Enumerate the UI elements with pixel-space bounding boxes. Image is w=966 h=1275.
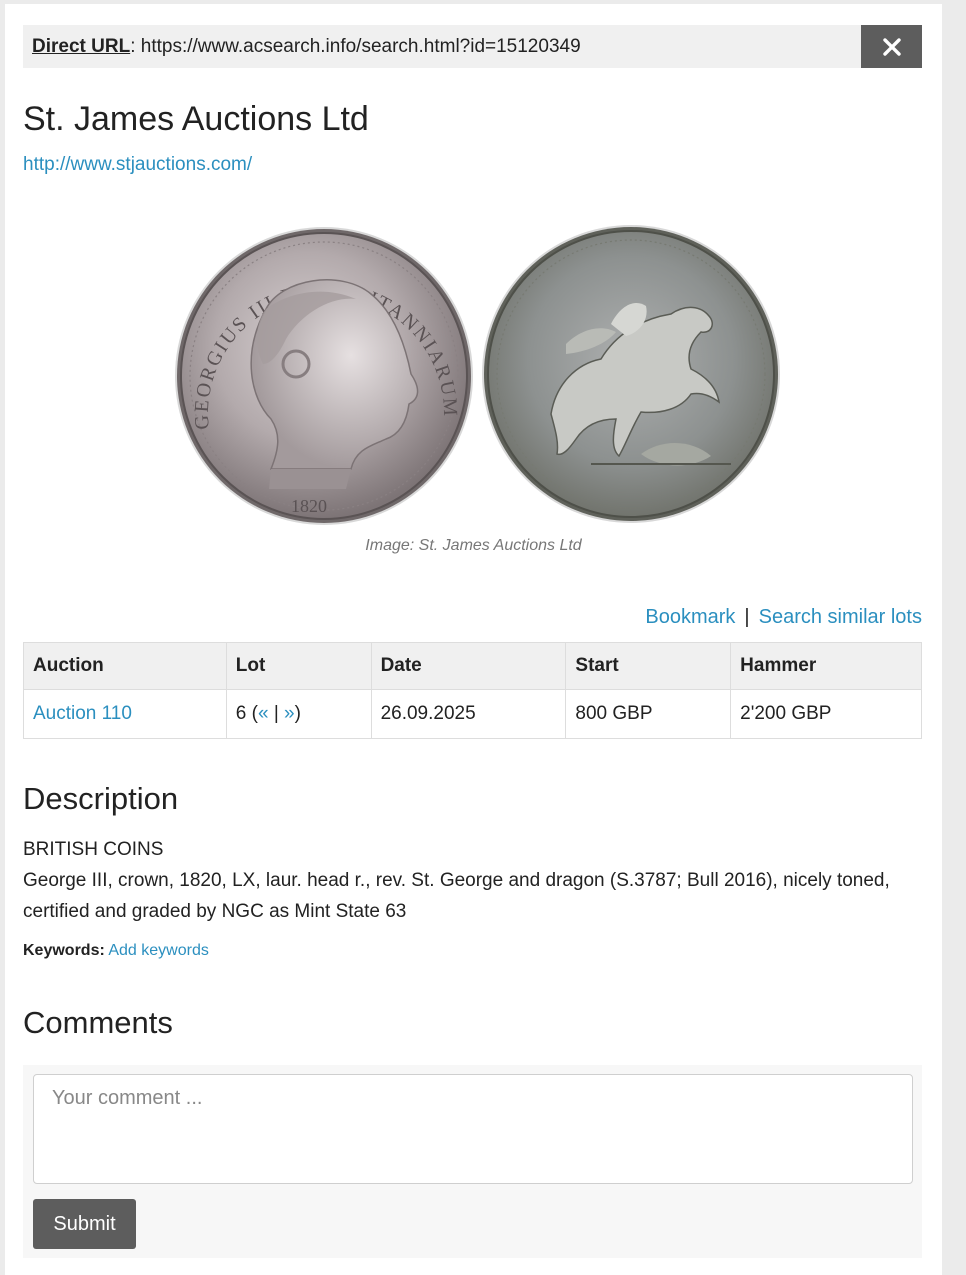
lot-info-table: Auction Lot Date Start Hammer Auction 11… (23, 642, 922, 739)
description-heading: Description (23, 781, 179, 816)
next-lot-link[interactable]: » (284, 703, 295, 724)
direct-url-bar: Direct URL: https://www.acsearch.info/se… (23, 25, 861, 68)
column-header-auction: Auction (23, 642, 227, 690)
start-price-cell: 800 GBP (565, 689, 732, 739)
auction-link[interactable]: Auction 110 (33, 703, 132, 724)
date-cell: 26.09.2025 (370, 689, 567, 739)
description-body: George III, crown, 1820, LX, laur. head … (23, 870, 890, 922)
close-icon (882, 37, 901, 56)
direct-url-label: Direct URL (32, 36, 131, 57)
description-category: BRITISH COINS (23, 839, 164, 860)
column-header-start: Start (565, 642, 732, 690)
coin-reverse (482, 225, 780, 523)
comments-heading: Comments (23, 1005, 173, 1040)
svg-text:1820: 1820 (291, 496, 327, 516)
table-header-row: Auction Lot Date Start Hammer (23, 642, 922, 690)
lot-actions: Bookmark | Search similar lots (645, 606, 922, 629)
lot-detail-panel: Direct URL: https://www.acsearch.info/se… (5, 4, 942, 1275)
column-header-lot: Lot (225, 642, 372, 690)
lot-number: 6 (235, 703, 247, 724)
hammer-price-cell: 2'200 GBP (730, 689, 922, 739)
keywords-label: Keywords: (23, 942, 105, 959)
comment-form: Submit (23, 1065, 922, 1258)
bookmark-link[interactable]: Bookmark (645, 606, 735, 628)
previous-lot-link[interactable]: « (258, 703, 269, 724)
column-header-date: Date (370, 642, 567, 690)
add-keywords-link[interactable]: Add keywords (108, 942, 209, 959)
submit-button[interactable]: Submit (33, 1199, 136, 1249)
comment-input[interactable] (33, 1074, 913, 1184)
direct-url-value[interactable]: https://www.acsearch.info/search.html?id… (141, 36, 581, 57)
lot-nav-separator: | (273, 703, 279, 724)
description-text: BRITISH COINS George III, crown, 1820, L… (23, 834, 928, 927)
keywords-row: Keywords: Add keywords (23, 942, 209, 960)
actions-separator: | (744, 606, 750, 628)
close-button[interactable] (861, 25, 922, 68)
image-caption: Image: St. James Auctions Ltd (365, 537, 582, 554)
coin-image[interactable]: GEORGIUS III D:G: BRITANNIARUM REX 1820 (171, 224, 781, 529)
search-similar-lots-link[interactable]: Search similar lots (759, 606, 922, 628)
auction-house-title: St. James Auctions Ltd (23, 100, 369, 138)
auction-house-website-link[interactable]: http://www.stjauctions.com/ (23, 154, 252, 176)
column-header-hammer: Hammer (730, 642, 922, 690)
lot-cell: 6 (« | ») (225, 689, 372, 739)
table-row: Auction 110 6 (« | ») 26.09.2025 800 GBP… (23, 689, 922, 739)
coin-obverse: GEORGIUS III D:G: BRITANNIARUM REX 1820 (171, 224, 473, 525)
